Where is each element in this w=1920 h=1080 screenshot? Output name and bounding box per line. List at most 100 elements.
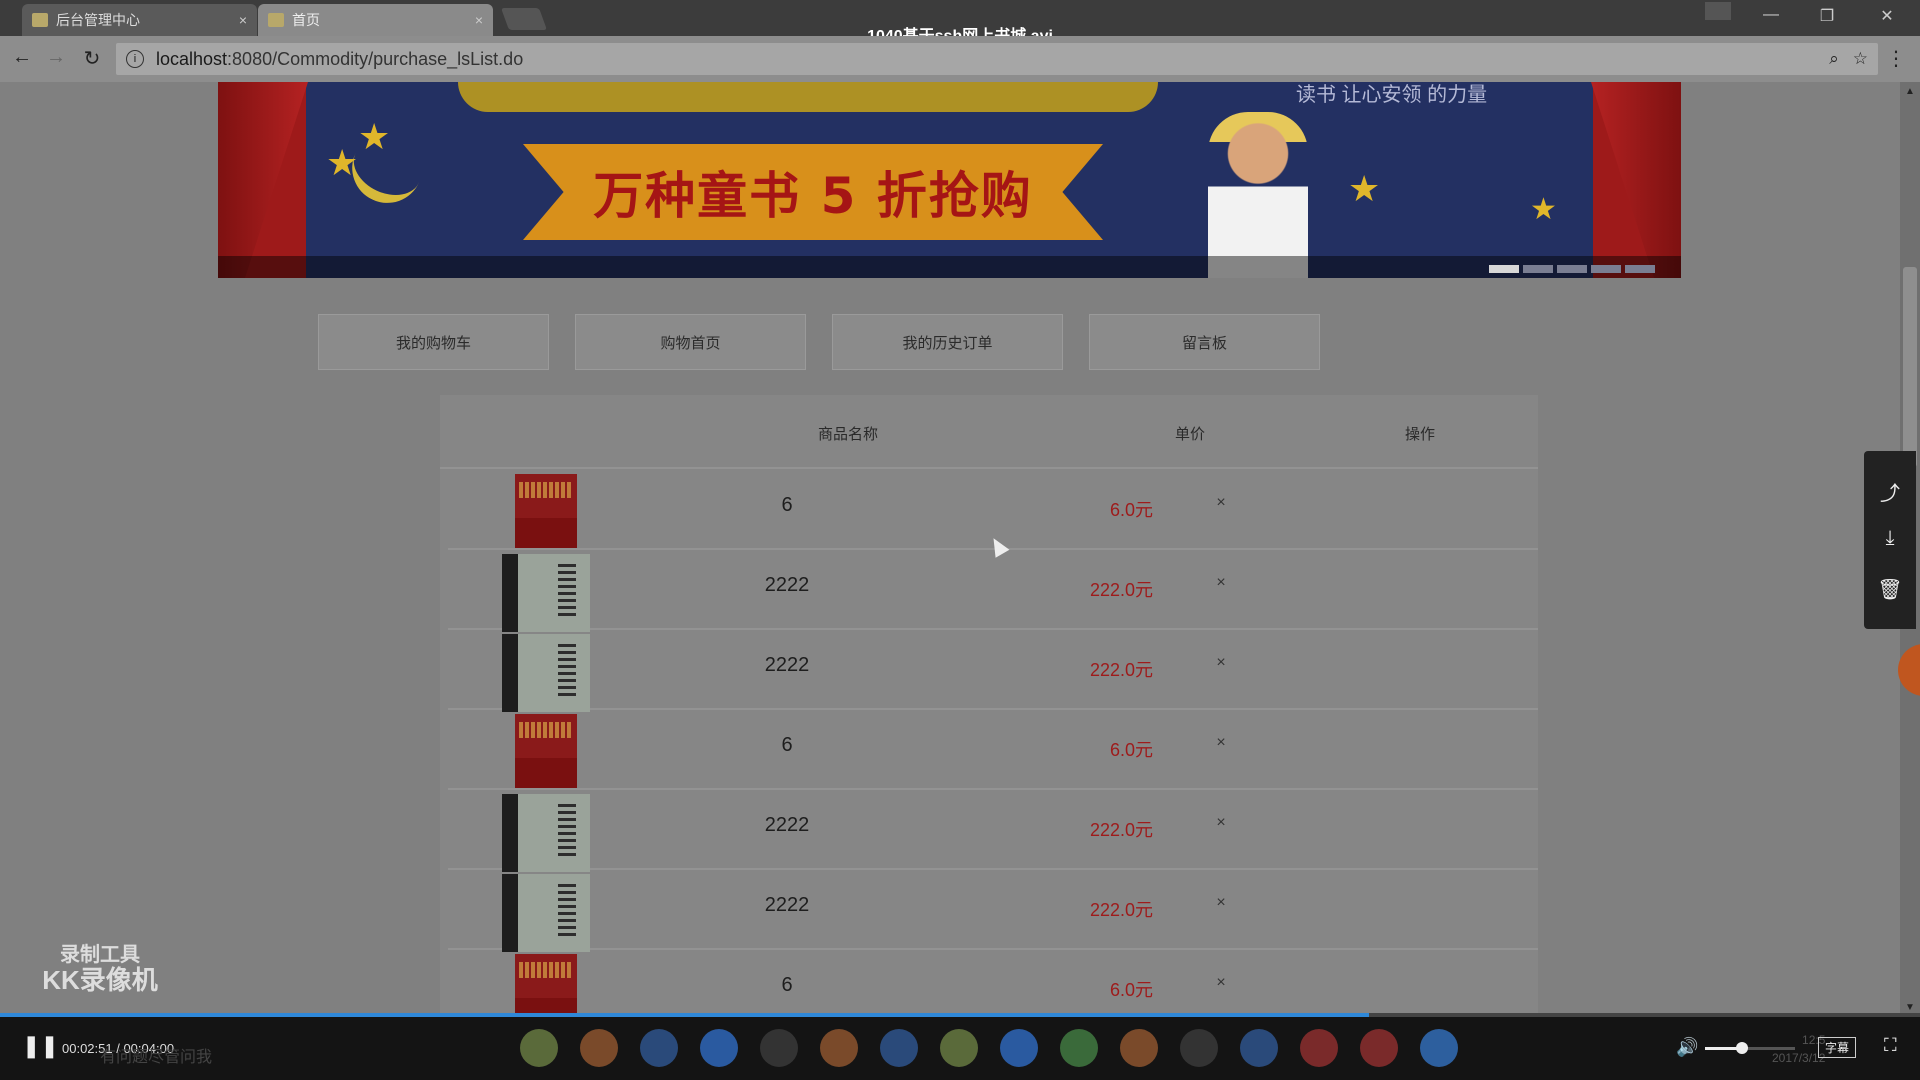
product-name: 2222	[764, 894, 810, 916]
firefox-icon[interactable]	[580, 1029, 618, 1067]
scroll-up-arrow-icon[interactable]: ▲	[1900, 86, 1920, 97]
recorder-watermark: 录制工具 KK录像机	[30, 944, 170, 995]
remove-item-button[interactable]: ×	[1206, 814, 1236, 832]
tab-admin-center[interactable]: 后台管理中心 ×	[22, 4, 257, 36]
app-icon[interactable]	[1060, 1029, 1098, 1067]
app-icon[interactable]	[640, 1029, 678, 1067]
settings-icon[interactable]	[1180, 1029, 1218, 1067]
product-name: 6	[781, 494, 793, 516]
nav-message-board[interactable]: 留言板	[1089, 314, 1320, 370]
app-icon[interactable]	[1360, 1029, 1398, 1067]
product-name: 6	[781, 974, 793, 996]
site-info-icon[interactable]: i	[126, 50, 144, 68]
page-favicon-icon	[268, 13, 284, 27]
store-icon[interactable]	[760, 1029, 798, 1067]
restore-button[interactable]: ❐	[1812, 6, 1842, 26]
browser-menu-icon[interactable]: ⋮	[1886, 46, 1906, 71]
product-name: 2222	[764, 654, 810, 676]
remove-item-button[interactable]: ×	[1206, 494, 1236, 512]
banner-ribbon: 万种童书 5 折抢购	[523, 144, 1103, 240]
app-icon[interactable]	[940, 1029, 978, 1067]
cart-row: 6 6.0元 ×	[448, 950, 1538, 1017]
slide-dot[interactable]	[1591, 265, 1621, 273]
star-icon: ★	[358, 116, 391, 157]
promo-banner[interactable]: 读书 让心安领 的力量 ★ ★ ★ ★ 万种童书 5 折抢购	[218, 82, 1681, 278]
share-icon[interactable]: ⤴	[1864, 477, 1916, 506]
ie-icon[interactable]	[700, 1029, 738, 1067]
browser-toolbar: ← → ↻ i localhost:8080/Commodity/purchas…	[0, 36, 1920, 82]
book-cover-image[interactable]	[515, 954, 577, 1017]
new-tab-button[interactable]	[500, 8, 548, 30]
app-icon[interactable]	[1240, 1029, 1278, 1067]
star-icon: ★	[1530, 193, 1557, 226]
help-icon[interactable]	[1420, 1029, 1458, 1067]
book-cover-image[interactable]	[502, 874, 590, 952]
remove-item-button[interactable]: ×	[1206, 894, 1236, 912]
remove-item-button[interactable]: ×	[1206, 734, 1236, 752]
scrollbar-thumb[interactable]	[1903, 267, 1917, 467]
cart-table: 商品名称 单价 操作 6 6.0元 × 2222 222.0元 × 2222 2…	[440, 395, 1538, 1017]
product-price: 6.0元	[1109, 740, 1153, 760]
page-content: 读书 让心安领 的力量 ★ ★ ★ ★ 万种童书 5 折抢购 我的购物车 购物首…	[0, 82, 1900, 1017]
cart-row: 6 6.0元 ×	[448, 710, 1538, 790]
chrome-icon[interactable]	[520, 1029, 558, 1067]
delete-icon[interactable]: 🗑	[1864, 577, 1916, 602]
product-price: 222.0元	[1089, 900, 1153, 920]
cart-row: 2222 222.0元 ×	[448, 870, 1538, 952]
folder-icon[interactable]	[820, 1029, 858, 1067]
book-cover-image[interactable]	[502, 554, 590, 632]
minimize-button[interactable]: —	[1756, 6, 1786, 24]
reload-icon[interactable]: ↻	[78, 46, 106, 71]
app-icon[interactable]	[880, 1029, 918, 1067]
cart-row: 2222 222.0元 ×	[448, 790, 1538, 872]
zoom-icon[interactable]: ⌕	[1829, 49, 1839, 69]
slide-dot[interactable]	[1523, 265, 1553, 273]
pause-icon[interactable]: ❚❚	[22, 1033, 59, 1059]
book-cover-image[interactable]	[515, 474, 577, 548]
book-cover-image[interactable]	[515, 714, 577, 788]
remove-item-button[interactable]: ×	[1206, 654, 1236, 672]
scroll-down-arrow-icon[interactable]: ▼	[1900, 1002, 1920, 1013]
volume-knob[interactable]	[1736, 1042, 1748, 1054]
tab-close-icon[interactable]: ×	[475, 12, 483, 28]
fullscreen-icon[interactable]: ⛶	[1884, 1035, 1897, 1056]
book-cover-image[interactable]	[502, 794, 590, 872]
subtitle-button[interactable]: 字幕	[1818, 1037, 1857, 1058]
remove-item-button[interactable]: ×	[1206, 574, 1236, 592]
ghost-search-text: 有问题尽管问我	[100, 1049, 213, 1066]
slide-dot[interactable]	[1557, 265, 1587, 273]
video-player-controls: ❚❚ 00:02:51 / 00:04:00 有问题尽管问我 12:5 2017…	[0, 1017, 1920, 1080]
volume-slider[interactable]	[1705, 1047, 1795, 1050]
product-price: 6.0元	[1109, 500, 1153, 520]
volume-icon[interactable]: 🔊	[1676, 1037, 1698, 1058]
banner-top-strip	[458, 82, 1158, 112]
book-cover-image[interactable]	[502, 634, 590, 712]
nav-order-history[interactable]: 我的历史订单	[832, 314, 1063, 370]
address-bar[interactable]: i localhost:8080/Commodity/purchase_lsLi…	[116, 43, 1878, 75]
product-name: 2222	[764, 814, 810, 836]
tab-label: 首页	[292, 12, 320, 28]
close-window-button[interactable]: ✕	[1872, 6, 1902, 26]
bookmark-star-icon[interactable]: ☆	[1853, 49, 1868, 69]
floating-side-panel: ⤴ ⤓ 🗑	[1864, 451, 1916, 629]
forward-arrow-icon[interactable]: →	[42, 46, 70, 69]
word-icon[interactable]	[1000, 1029, 1038, 1067]
tab-close-icon[interactable]: ×	[239, 12, 247, 28]
product-price: 6.0元	[1109, 980, 1153, 1000]
slide-dot[interactable]	[1489, 265, 1519, 273]
curtain-left	[218, 82, 308, 278]
product-name: 2222	[764, 574, 810, 596]
slide-indicators	[1489, 265, 1655, 273]
browser-titlebar: 后台管理中心 × 首页 × — ❐ ✕	[0, 0, 1920, 36]
tab-home[interactable]: 首页 ×	[258, 4, 493, 36]
app-icon[interactable]	[1120, 1029, 1158, 1067]
user-profile-icon[interactable]	[1705, 2, 1731, 20]
download-icon[interactable]: ⤓	[1864, 527, 1916, 550]
remove-item-button[interactable]: ×	[1206, 974, 1236, 992]
nav-my-cart[interactable]: 我的购物车	[318, 314, 549, 370]
watermark-line1: 录制工具	[60, 944, 140, 966]
nav-shop-home[interactable]: 购物首页	[575, 314, 806, 370]
back-arrow-icon[interactable]: ←	[8, 46, 36, 69]
app-icon[interactable]	[1300, 1029, 1338, 1067]
slide-dot[interactable]	[1625, 265, 1655, 273]
